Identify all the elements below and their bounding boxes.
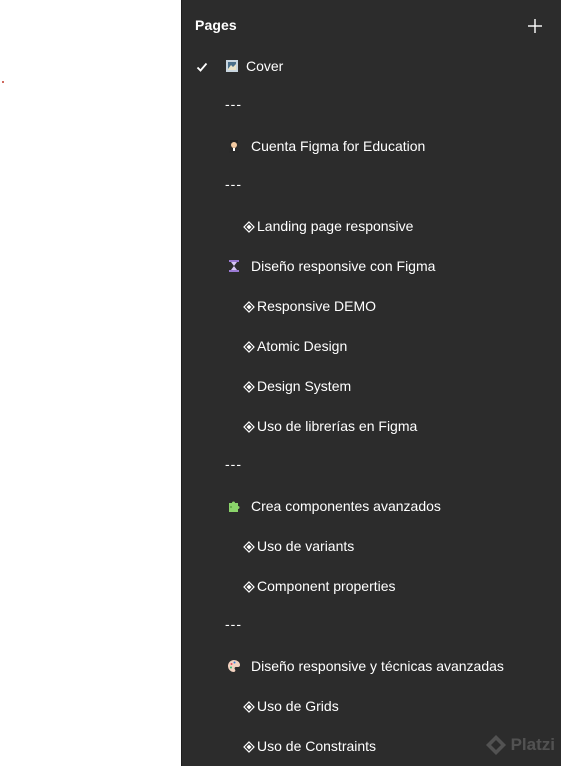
diamond-icon (243, 220, 255, 233)
page-label: Uso de Grids (257, 698, 339, 714)
diamond-icon (243, 300, 255, 313)
page-item[interactable]: Component properties (182, 566, 561, 606)
page-separator[interactable]: --- (182, 166, 561, 206)
page-label: --- (225, 456, 242, 472)
canvas-marker (2, 81, 4, 83)
frame-picture-icon (225, 59, 239, 73)
page-label: --- (225, 616, 242, 632)
page-item[interactable]: Crea componentes avanzados (182, 486, 561, 526)
panel-title: Pages (195, 17, 237, 33)
page-label: --- (225, 96, 242, 112)
canvas-area[interactable] (0, 0, 181, 766)
page-label: Uso de librerías en Figma (257, 418, 418, 434)
page-label: Crea componentes avanzados (251, 498, 441, 514)
page-item[interactable]: Atomic Design (182, 326, 561, 366)
page-item[interactable]: Cuenta Figma for Education (182, 126, 561, 166)
platzi-logo-icon (485, 735, 506, 755)
page-separator[interactable]: --- (182, 606, 561, 646)
page-label: Responsive DEMO (257, 298, 377, 314)
page-item[interactable]: Landing page responsive (182, 206, 561, 246)
puzzle-icon (227, 499, 241, 513)
page-item[interactable]: Uso de librerías en Figma (182, 406, 561, 446)
page-label: Landing page responsive (257, 218, 414, 234)
page-label: Uso de Constraints (257, 738, 377, 754)
diamond-icon (243, 580, 255, 593)
page-list: Cover --- Cuenta Figma for Education --- Lan… (182, 46, 561, 766)
page-label: Atomic Design (257, 338, 348, 354)
hourglass-icon (227, 259, 241, 273)
page-item[interactable]: Cover (182, 46, 561, 86)
page-label: Diseño responsive con Figma (251, 258, 436, 274)
student-icon (227, 139, 241, 153)
page-separator[interactable]: --- (182, 446, 561, 486)
page-item[interactable]: Diseño responsive y técnicas avanzadas (182, 646, 561, 686)
page-item[interactable]: Uso de Grids (182, 686, 561, 726)
page-label: --- (225, 176, 242, 192)
page-label: Cuenta Figma for Education (251, 138, 426, 154)
page-label: Uso de variants (257, 538, 355, 554)
page-label: Component properties (257, 578, 396, 594)
page-item[interactable]: Uso de variants (182, 526, 561, 566)
diamond-icon (243, 740, 255, 753)
page-item[interactable]: Design System (182, 366, 561, 406)
page-item[interactable]: Responsive DEMO (182, 286, 561, 326)
page-label: Cover (246, 58, 284, 74)
diamond-icon (243, 340, 255, 353)
palette-icon (227, 659, 241, 673)
diamond-icon (243, 540, 255, 553)
check-icon (196, 60, 208, 72)
platzi-watermark: Platzi (485, 734, 555, 756)
pages-panel: Pages Cover --- Cuenta Figma for Education… (181, 0, 561, 766)
diamond-icon (243, 700, 255, 713)
page-label: Diseño responsive y técnicas avanzadas (251, 658, 504, 674)
page-separator[interactable]: --- (182, 86, 561, 126)
page-item[interactable]: Diseño responsive con Figma (182, 246, 561, 286)
watermark-text: Platzi (510, 735, 555, 754)
page-label: Design System (257, 378, 352, 394)
diamond-icon (243, 380, 255, 393)
pages-panel-header: Pages (182, 6, 561, 46)
add-page-button[interactable] (525, 16, 545, 36)
diamond-icon (243, 420, 255, 433)
plus-icon (528, 19, 542, 33)
